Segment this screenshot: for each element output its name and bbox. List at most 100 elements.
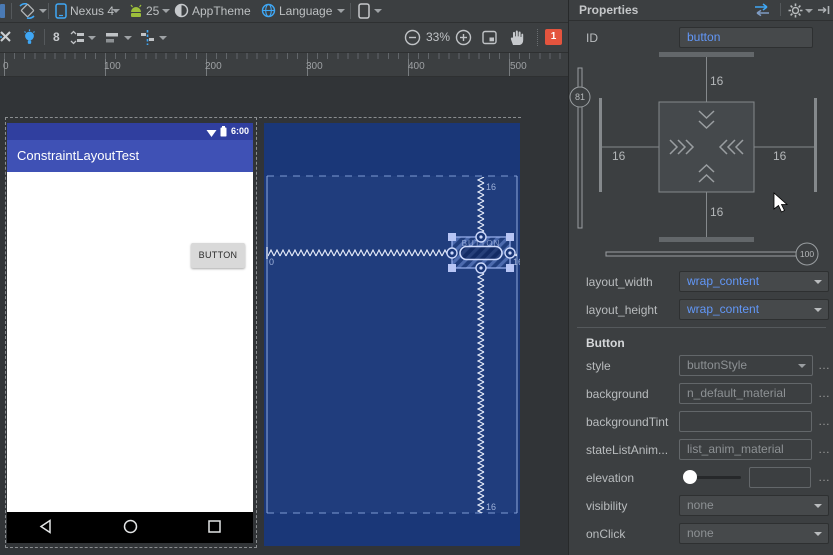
widget-margin-left[interactable]: 16: [612, 149, 626, 163]
theme-icon[interactable]: [174, 3, 189, 21]
blueprint-view[interactable]: BUTTON 16 16 0 1: [264, 123, 520, 546]
resize-handle-top-left[interactable]: [448, 233, 456, 241]
clipped-surface-icon[interactable]: [0, 4, 5, 18]
visibility-dropdown[interactable]: none: [679, 495, 829, 516]
background-input[interactable]: n_default_material: [679, 383, 812, 404]
property-label: background: [586, 387, 649, 401]
status-time: 6:00: [230, 126, 249, 136]
layout-height-dropdown[interactable]: wrap_content: [679, 299, 829, 320]
battery-icon: [220, 126, 227, 140]
elevation-input[interactable]: [749, 467, 811, 488]
property-label: elevation: [586, 471, 635, 485]
constraint-anchor-left[interactable]: [446, 247, 458, 259]
id-input[interactable]: button: [679, 27, 813, 48]
globe-icon[interactable]: [261, 3, 276, 21]
wifi-icon: [206, 127, 217, 141]
style-dropdown[interactable]: buttonStyle: [679, 355, 813, 376]
property-label: ID: [586, 31, 598, 45]
parent-left-edge: [599, 98, 602, 192]
more-button[interactable]: …: [818, 383, 831, 404]
section-divider: [577, 327, 826, 328]
design-view-phone[interactable]: 6:00 ConstraintLayoutTest BUTTON: [7, 123, 253, 543]
more-button[interactable]: …: [818, 467, 831, 488]
chevron-down-icon[interactable]: [124, 36, 132, 40]
horizontal-bias-thumb[interactable]: 100: [795, 242, 819, 266]
guidelines-icon[interactable]: [139, 29, 156, 49]
align-icon[interactable]: [104, 29, 121, 49]
clear-constraints-icon[interactable]: [0, 29, 13, 47]
app-title: ConstraintLayoutTest: [17, 148, 140, 163]
blueprint-button[interactable]: BUTTON: [446, 231, 516, 274]
state-list-animator-input[interactable]: list_anim_material: [679, 439, 812, 460]
property-label: layout_width: [586, 275, 653, 289]
property-row-elevation: elevation …: [569, 467, 833, 489]
widget-margin-top[interactable]: 16: [710, 74, 724, 88]
onclick-dropdown[interactable]: none: [679, 523, 829, 544]
chevron-down-icon[interactable]: [39, 9, 47, 13]
virtual-device-icon[interactable]: [358, 3, 370, 22]
language-label[interactable]: Language: [279, 0, 332, 22]
swap-panel-icon[interactable]: [752, 3, 772, 20]
svg-text:100: 100: [800, 249, 814, 259]
pack-icon[interactable]: [68, 29, 85, 49]
zoom-in-icon[interactable]: [455, 29, 472, 49]
android-studio-layout-editor: Nexus 4 25 AppTheme Language 8 33% 1 0 1…: [0, 0, 833, 555]
navigation-bar: [7, 512, 253, 543]
layout-width-dropdown[interactable]: wrap_content: [679, 271, 829, 292]
mouse-cursor: [773, 192, 789, 213]
constraint-anchor-bottom[interactable]: [475, 262, 487, 274]
orientation-icon[interactable]: [17, 2, 37, 22]
chevron-down-icon[interactable]: [805, 9, 813, 13]
device-name[interactable]: Nexus 4: [70, 0, 114, 22]
constraint-widget-inspector[interactable]: 16 16 16 16 81 100: [569, 48, 827, 266]
api-level[interactable]: 25: [146, 0, 159, 22]
elevation-slider-track[interactable]: [691, 476, 741, 479]
error-badge[interactable]: 1: [545, 29, 562, 45]
svg-text:81: 81: [575, 92, 585, 102]
chevron-down-icon[interactable]: [162, 9, 170, 13]
hide-panel-icon[interactable]: [817, 3, 831, 20]
resize-handle-top-right[interactable]: [506, 233, 514, 241]
nav-back-icon: [39, 518, 53, 537]
separator: [48, 3, 49, 19]
more-button[interactable]: …: [818, 439, 831, 460]
design-surface[interactable]: 6:00 ConstraintLayoutTest BUTTON BUTTON …: [0, 77, 568, 555]
elevation-slider-thumb[interactable]: [683, 470, 697, 484]
zoom-out-icon[interactable]: [404, 29, 421, 49]
default-margin-value[interactable]: 8: [53, 23, 60, 52]
design-button[interactable]: BUTTON: [191, 243, 245, 268]
more-button[interactable]: …: [818, 411, 831, 432]
chevron-down-icon[interactable]: [159, 36, 167, 40]
more-button[interactable]: …: [818, 355, 831, 376]
background-tint-input[interactable]: [679, 411, 812, 432]
panel-title: Properties: [579, 3, 639, 17]
status-bar: 6:00: [7, 123, 253, 140]
constraint-anchor-top[interactable]: [475, 231, 487, 243]
horizontal-bias-slider[interactable]: [605, 251, 799, 257]
widget-margin-bottom[interactable]: 16: [710, 205, 724, 219]
widget-square[interactable]: [658, 101, 755, 193]
chevron-down-icon[interactable]: [337, 9, 345, 13]
android-icon[interactable]: [128, 3, 144, 22]
chevron-down-icon[interactable]: [112, 9, 120, 13]
chevron-down-icon[interactable]: [88, 36, 96, 40]
gear-icon[interactable]: [788, 3, 803, 21]
pan-hand-icon[interactable]: [508, 29, 525, 49]
resize-handle-bottom-left[interactable]: [448, 264, 456, 272]
properties-header: Properties: [569, 0, 833, 21]
app-bar: ConstraintLayoutTest: [7, 140, 253, 172]
property-label: stateListAnim...: [586, 443, 669, 457]
separator: [11, 3, 12, 19]
infer-constraints-icon[interactable]: [22, 29, 37, 49]
spring-top: [477, 177, 485, 237]
chevron-down-icon[interactable]: [374, 9, 382, 13]
zoom-fit-icon[interactable]: [481, 29, 498, 49]
device-phone-icon[interactable]: [55, 3, 67, 22]
chevron-down-icon: [814, 308, 822, 312]
configuration-toolbar: Nexus 4 25 AppTheme Language: [0, 0, 568, 23]
widget-margin-right[interactable]: 16: [773, 149, 787, 163]
margin-top-label: 16: [486, 182, 496, 192]
theme-name[interactable]: AppTheme: [192, 0, 251, 22]
vertical-bias-thumb[interactable]: 81: [569, 86, 591, 108]
property-label: visibility: [586, 499, 628, 513]
